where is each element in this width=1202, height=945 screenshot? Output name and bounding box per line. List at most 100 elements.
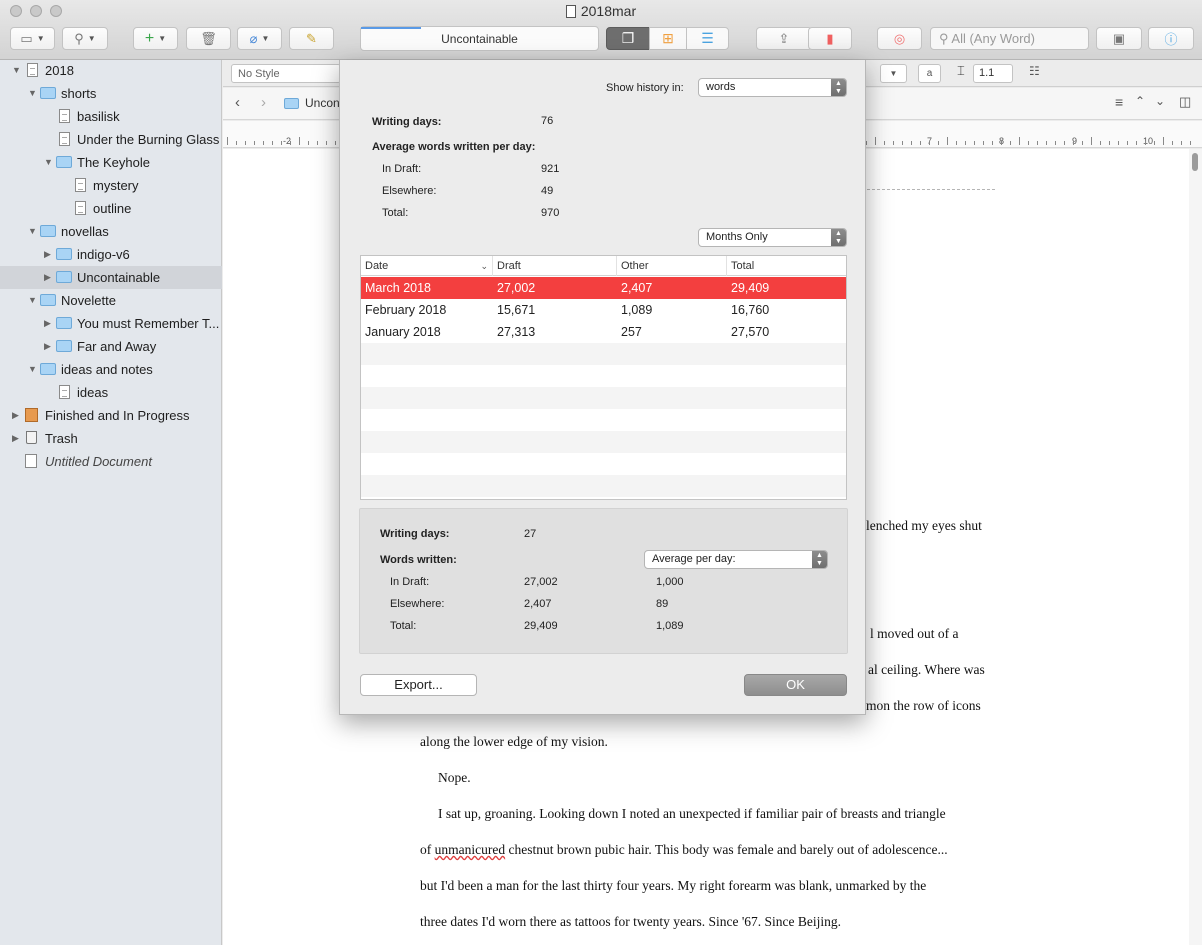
menu-icon[interactable]: ≡ (1115, 94, 1123, 110)
ruler-tick (236, 141, 237, 145)
summary-mode-select[interactable]: Average per day: ▲ ▼ (644, 550, 828, 569)
table-row[interactable]: March 2018 27,002 2,407 29,409 (361, 277, 846, 299)
split-view-icon[interactable]: ◫ (1179, 94, 1191, 110)
quick-search-button[interactable]: ⚲ ▼ (62, 27, 108, 50)
scrivenings-view-button[interactable]: ❐ (606, 27, 650, 50)
folder-icon (56, 271, 72, 283)
folder-icon (56, 248, 72, 260)
ruler-tick (308, 141, 309, 145)
editor-line: of unmanicured chestnut brown pubic hair… (420, 842, 948, 858)
binder-item-untitled-document[interactable]: Untitled Document (0, 450, 222, 473)
binder-item-novelette[interactable]: ▼ Novelette (0, 289, 222, 312)
inspector-button[interactable]: ⓘ (1148, 27, 1194, 50)
chevron-up-icon[interactable]: ⌃ (1135, 94, 1145, 108)
ok-button[interactable]: OK (744, 674, 847, 696)
corkboard-view-button[interactable]: ⊞ (649, 27, 687, 50)
info-icon: ⓘ (1164, 32, 1178, 47)
binder-label: novellas (61, 224, 109, 239)
folder-icon (40, 225, 56, 237)
chevron-down-icon: ▼ (36, 34, 45, 43)
stack-icon: ❐ (621, 30, 635, 46)
updown-arrows-icon: ▲ ▼ (831, 79, 846, 96)
binder-item-far-and-away[interactable]: ▶ Far and Away (0, 335, 222, 358)
cell-date: January 2018 (365, 325, 441, 339)
composition-mode-button[interactable]: ▣ (1096, 27, 1142, 50)
ruler-tick (272, 141, 273, 145)
binder-item-outline[interactable]: outline (0, 197, 222, 220)
add-item-button[interactable]: + ▼ (133, 27, 178, 50)
ruler-tick (1154, 141, 1155, 145)
binder-item-you-must-remember[interactable]: ▶ You must Remember T... (0, 312, 222, 335)
ruler-tick (1145, 141, 1146, 145)
share-button[interactable]: ⇪ (756, 27, 812, 50)
misspelled-word[interactable]: unmanicured (435, 842, 505, 857)
ruler-tick (254, 141, 255, 145)
list-style-button[interactable]: ☷ (1029, 64, 1040, 78)
ruler-tick (956, 141, 957, 145)
column-header-draft[interactable]: Draft (493, 256, 617, 276)
binder-item-novellas[interactable]: ▼ novellas (0, 220, 222, 243)
line-spacing-select[interactable]: 1.1 (973, 64, 1013, 83)
column-header-date[interactable]: Date ⌄ (361, 256, 493, 276)
forward-arrow-icon[interactable]: › (261, 94, 266, 111)
column-header-total[interactable]: Total (727, 256, 846, 276)
empty-row (361, 453, 846, 475)
attach-button[interactable]: ⌀ ▼ (237, 27, 282, 50)
ruler-tick (893, 141, 894, 145)
binder-item-indigo-v6[interactable]: ▶ indigo-v6 (0, 243, 222, 266)
ruler-tick (1010, 141, 1011, 145)
style-select[interactable]: No Style (231, 64, 341, 83)
scrollbar-thumb[interactable] (1192, 153, 1198, 171)
document-title-field[interactable]: Uncontainable (360, 26, 599, 51)
binder-item-mystery[interactable]: mystery (0, 174, 222, 197)
cell-total: 29,409 (731, 281, 770, 295)
disclosure-open-icon: ▼ (44, 157, 53, 167)
ruler-tick (227, 137, 228, 145)
export-button[interactable]: Export... (360, 674, 477, 696)
binder-item-uncontainable[interactable]: ▶ Uncontainable (0, 266, 222, 289)
ruler-tick (335, 141, 336, 145)
ruler-tick (317, 141, 318, 145)
summary-elsewhere-average: 89 (656, 598, 669, 610)
breadcrumb[interactable]: Uncon (305, 96, 340, 110)
chevron-down-icon: ▼ (889, 69, 898, 78)
ruler-tick (326, 141, 327, 145)
document-title-text: Uncontainable (441, 32, 518, 46)
ruler-tick (866, 141, 867, 145)
chevron-down-icon[interactable]: ⌄ (1155, 94, 1165, 108)
binder-item-ideas[interactable]: ideas (0, 381, 222, 404)
editor-line: l moved out of a (870, 626, 959, 641)
period-select[interactable]: Months Only ▲ ▼ (698, 228, 847, 247)
fullscreen-icon: ▣ (1112, 30, 1126, 46)
binder-item-2018[interactable]: ▼ 2018 (0, 59, 222, 82)
binder-label: Finished and In Progress (45, 408, 190, 423)
show-history-select[interactable]: words ▲ ▼ (698, 78, 847, 97)
binder-item-basilisk[interactable]: basilisk (0, 105, 222, 128)
trash-button[interactable]: 🗑 (186, 27, 231, 50)
edit-button[interactable]: ✎ (289, 27, 334, 50)
binder-item-finished-and-in-progress[interactable]: ▶ Finished and In Progress (0, 404, 222, 427)
project-search-input[interactable]: ⚲ All (Any Word) (930, 27, 1089, 50)
binder-item-shorts[interactable]: ▼ shorts (0, 82, 222, 105)
editor-scrollbar[interactable] (1189, 149, 1202, 945)
folder-icon (40, 294, 56, 306)
column-header-other[interactable]: Other (617, 256, 727, 276)
target-button[interactable]: ◎ (877, 27, 922, 50)
bookmark-button[interactable]: ▮ (808, 27, 852, 50)
table-row[interactable]: February 2018 15,671 1,089 16,760 (361, 299, 846, 321)
binder-item-trash[interactable]: ▶ Trash (0, 427, 222, 450)
table-row[interactable]: January 2018 27,313 257 27,570 (361, 321, 846, 343)
binder-label: indigo-v6 (77, 247, 130, 262)
binder-item-under-the-burning-glass[interactable]: Under the Burning Glass (0, 128, 222, 151)
font-size-select[interactable]: ▼ (880, 64, 907, 83)
back-arrow-icon[interactable]: ‹ (235, 94, 240, 111)
disclosure-closed-icon: ▶ (44, 318, 51, 328)
binder-item-the-keyhole[interactable]: ▼ The Keyhole (0, 151, 222, 174)
binder-view-button[interactable]: ▭ ▼ (10, 27, 55, 50)
draft-icon (27, 63, 38, 77)
editor-line: but I'd been a man for the last thirty f… (420, 878, 927, 893)
text-color-button[interactable]: a (918, 64, 941, 83)
editor-line-prefix: of (420, 842, 435, 857)
outliner-view-button[interactable]: ☰ (686, 27, 729, 50)
binder-item-ideas-and-notes[interactable]: ▼ ideas and notes (0, 358, 222, 381)
